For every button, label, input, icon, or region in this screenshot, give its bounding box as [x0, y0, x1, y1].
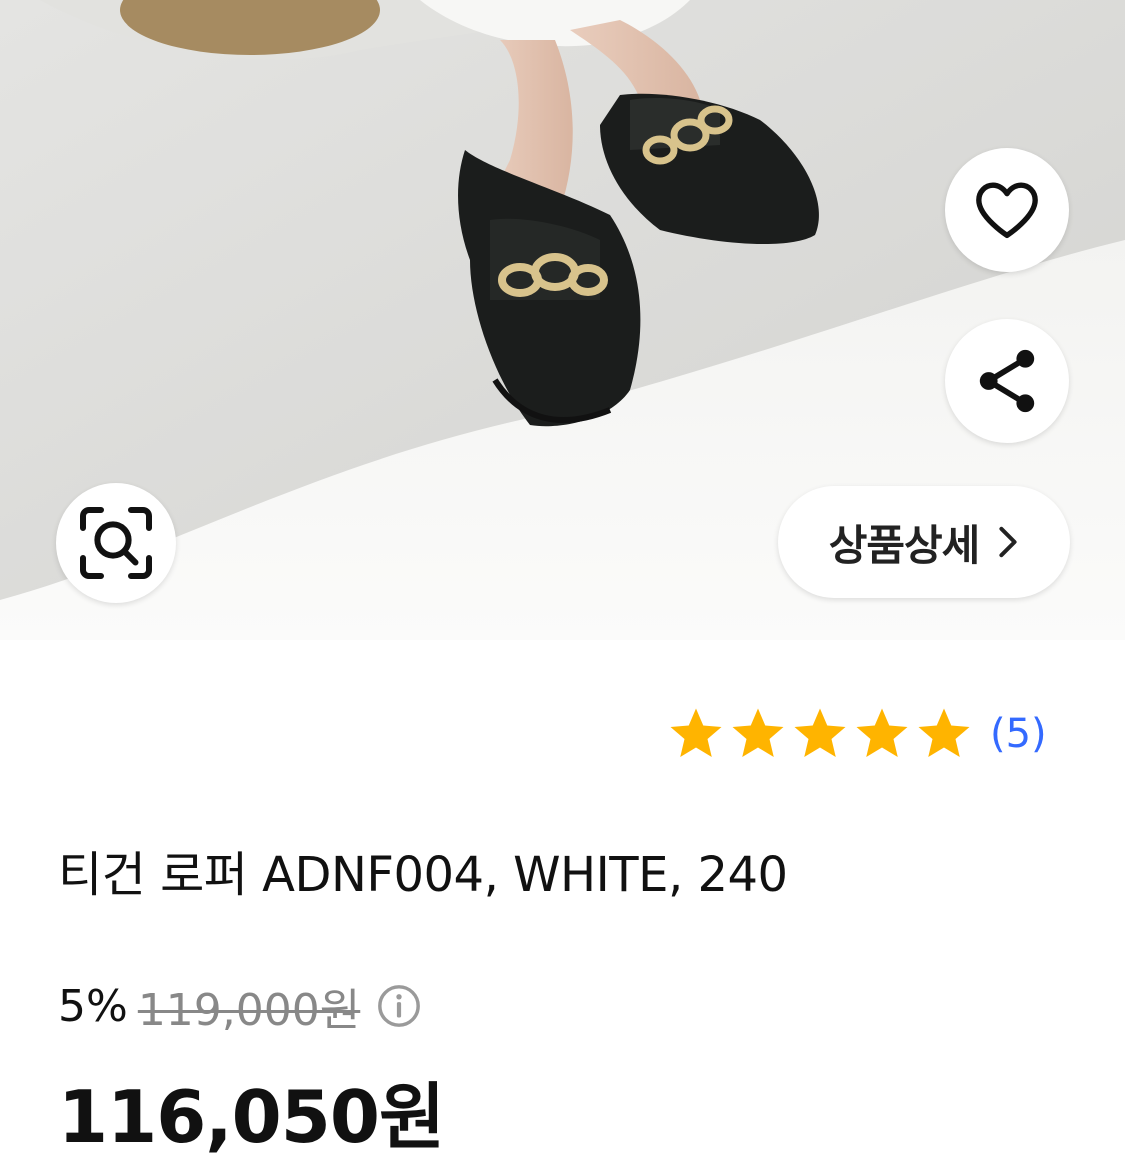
review-count[interactable]: (5): [990, 711, 1047, 757]
product-detail-label: 상품상세: [828, 520, 981, 570]
star-icon: [856, 708, 908, 757]
star-icon: [794, 708, 846, 757]
image-search-icon: [80, 507, 152, 579]
chevron-right-icon: [999, 526, 1017, 558]
share-button[interactable]: [945, 319, 1069, 443]
info-icon[interactable]: [376, 983, 422, 1029]
star-icon: [918, 708, 970, 757]
heart-icon: [976, 182, 1038, 239]
product-detail-button[interactable]: 상품상세: [778, 486, 1070, 598]
sale-price: 116,050원: [58, 1075, 445, 1159]
product-title: 티건 로퍼 ADNF004, WHITE, 240: [58, 847, 788, 903]
image-search-button[interactable]: [56, 483, 176, 603]
price-info: 5% 119,000원: [58, 976, 422, 1036]
original-price: 119,000원: [137, 985, 361, 1036]
wishlist-button[interactable]: [945, 148, 1069, 272]
discount-rate: 5%: [58, 980, 128, 1032]
share-icon: [979, 349, 1035, 413]
star-icon: [732, 708, 784, 757]
rating-summary[interactable]: (5): [666, 704, 1047, 764]
product-image[interactable]: 상품상세: [0, 0, 1125, 640]
star-icon: [670, 708, 722, 757]
